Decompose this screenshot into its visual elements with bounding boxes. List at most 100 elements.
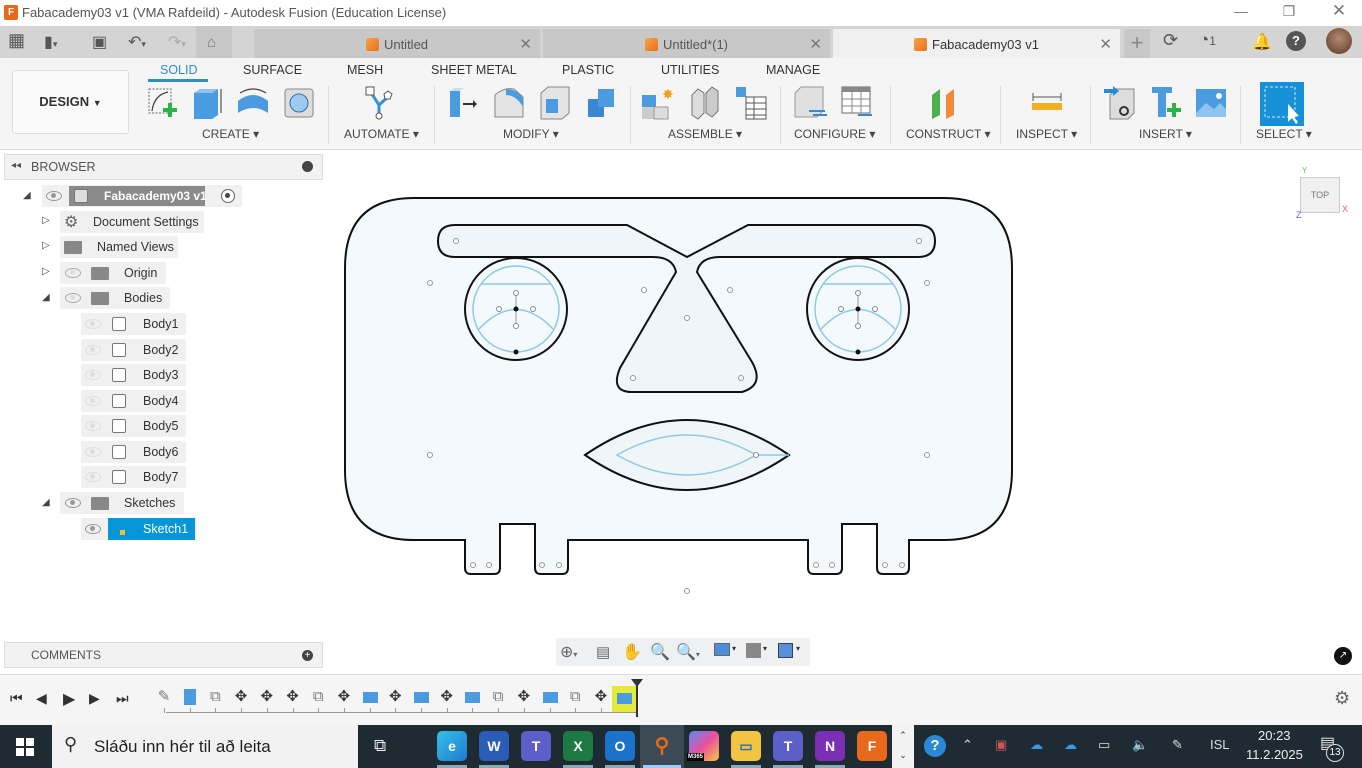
activate-radio[interactable] <box>221 189 235 203</box>
feedback-icon[interactable]: ↗ <box>1334 647 1352 665</box>
browser-panel-header[interactable]: ◂◂ BROWSER <box>4 154 323 180</box>
hidden-eye-icon[interactable] <box>65 293 81 303</box>
select-menu[interactable]: SELECT ▾ <box>1256 127 1312 141</box>
ribbon-tab-mesh[interactable]: MESH <box>347 63 383 77</box>
show-hidden-icons-chevron[interactable]: ⌃ <box>962 737 973 753</box>
tree-item-body4[interactable]: Body4 <box>0 390 330 412</box>
go-to-end-icon[interactable]: ⏭ <box>116 690 129 707</box>
ribbon-tab-solid[interactable]: SOLID <box>160 63 198 77</box>
assemble-menu[interactable]: ASSEMBLE ▾ <box>668 127 742 141</box>
file-explorer-icon[interactable]: ▭ <box>731 731 761 761</box>
tab-untitled[interactable]: Untitled ✕ <box>254 29 540 58</box>
add-comment-icon[interactable]: + <box>302 650 313 661</box>
taskbar-search-box[interactable]: ⚲ Sláðu inn hér til að leita <box>52 725 358 768</box>
timeline-move-icon[interactable]: ✥ <box>438 688 456 706</box>
visibility-eye-icon[interactable] <box>46 191 62 201</box>
timeline-plane-icon[interactable] <box>361 688 379 706</box>
visibility-eye-icon[interactable] <box>85 524 101 534</box>
timeline-current-feature[interactable] <box>612 686 638 712</box>
step-forward-icon[interactable]: ▶ <box>89 690 100 707</box>
edge-app-icon[interactable]: e <box>437 731 467 761</box>
clock-date[interactable]: 11.2.2025 <box>1246 747 1303 762</box>
timeline-move-icon[interactable]: ✥ <box>335 688 353 706</box>
timeline-body-icon[interactable]: ⧉ <box>566 688 584 706</box>
joint-icon[interactable] <box>688 85 722 121</box>
restore-button[interactable]: ❐ <box>1274 3 1304 20</box>
zoom-icon[interactable]: 🔍 <box>650 642 670 662</box>
redo-icon[interactable]: ↷▾ <box>168 32 186 52</box>
volume-icon[interactable]: 🔈 <box>1132 737 1148 753</box>
timeline-extrude-icon[interactable] <box>181 688 199 706</box>
timeline-settings-gear-icon[interactable]: ⚙ <box>1334 688 1350 709</box>
construct-menu[interactable]: CONSTRUCT ▾ <box>906 127 990 141</box>
save-icon[interactable]: ▣ <box>92 32 107 52</box>
hidden-eye-icon[interactable] <box>85 396 101 406</box>
viewports-icon[interactable] <box>778 643 793 658</box>
undo-icon[interactable]: ↶▾ <box>128 32 146 52</box>
orbit-icon[interactable]: ⊕▾ <box>560 642 577 662</box>
timeline-plane-icon[interactable] <box>541 688 559 706</box>
new-tab-button[interactable]: + <box>1124 29 1150 58</box>
extrude-icon[interactable] <box>190 85 224 121</box>
extensions-icon[interactable]: ⟳ <box>1163 30 1178 51</box>
tree-item-sketches[interactable]: ◢ Sketches <box>0 492 330 514</box>
outlook-app-icon[interactable]: O <box>605 731 635 761</box>
user-avatar[interactable] <box>1326 28 1352 54</box>
timeline-body-icon[interactable]: ⧉ <box>206 688 224 706</box>
close-tab-icon[interactable]: ✕ <box>1099 35 1112 53</box>
construct-plane-icon[interactable] <box>928 85 962 121</box>
grid-snaps-icon[interactable] <box>746 643 761 658</box>
tree-item-body7[interactable]: Body7 <box>0 466 330 488</box>
insert-derive-icon[interactable] <box>1102 85 1136 121</box>
task-view-icon[interactable]: ⧉ <box>374 736 386 756</box>
timeline-move-icon[interactable]: ✥ <box>258 688 276 706</box>
hidden-eye-icon[interactable] <box>65 268 81 278</box>
workspace-switcher[interactable]: DESIGN ▼ <box>12 70 129 134</box>
create-menu[interactable]: CREATE ▾ <box>202 127 259 141</box>
windows-start-icon[interactable] <box>16 738 34 756</box>
tree-item-body3[interactable]: Body3 <box>0 364 330 386</box>
close-tab-icon[interactable]: ✕ <box>809 35 822 53</box>
tree-item-sketch1[interactable]: Sketch1 <box>0 518 330 540</box>
tree-item-body2[interactable]: Body2 <box>0 339 330 361</box>
bill-of-materials-icon[interactable] <box>734 85 768 121</box>
visibility-eye-icon[interactable] <box>65 498 81 508</box>
collapsed-triangle-icon[interactable]: ▷ <box>42 266 50 277</box>
pan-hand-icon[interactable]: ✋ <box>622 642 642 662</box>
press-pull-icon[interactable] <box>446 85 480 121</box>
step-back-icon[interactable]: ◀ <box>36 690 47 707</box>
ribbon-tab-plastic[interactable]: PLASTIC <box>562 63 614 77</box>
m365-app-icon[interactable]: M365 <box>687 731 719 761</box>
expanded-triangle-icon[interactable]: ◢ <box>42 497 50 508</box>
onenote-app-icon[interactable]: N <box>815 731 845 761</box>
hidden-eye-icon[interactable] <box>85 370 101 380</box>
timeline-move-icon[interactable]: ✥ <box>515 688 533 706</box>
tree-item-origin[interactable]: ▷ Origin <box>0 262 330 284</box>
timeline-move-icon[interactable]: ✥ <box>386 688 404 706</box>
look-at-icon[interactable]: ▤ <box>596 643 610 661</box>
expanded-triangle-icon[interactable]: ◢ <box>42 292 50 303</box>
taskbar-scroll[interactable]: ⌃ ⌄ <box>892 725 914 768</box>
hidden-eye-icon[interactable] <box>85 472 101 482</box>
collapse-panel-icon[interactable]: ◂◂ <box>11 160 21 171</box>
right-eye[interactable] <box>806 257 910 361</box>
fusion-f-app-icon[interactable]: F <box>857 731 887 761</box>
revolve-icon[interactable] <box>236 85 270 121</box>
configuration-table-icon[interactable] <box>840 85 874 121</box>
onedrive-business-icon[interactable]: ☁ <box>1064 737 1077 753</box>
excel-app-icon[interactable]: X <box>563 731 593 761</box>
left-eye[interactable] <box>464 257 568 361</box>
timeline-sketch-icon[interactable]: ✎ <box>155 688 173 706</box>
tab-untitled-1[interactable]: Untitled*(1) ✕ <box>543 29 830 58</box>
modify-menu[interactable]: MODIFY ▾ <box>503 127 559 141</box>
shell-icon[interactable] <box>538 85 572 121</box>
select-icon[interactable] <box>1260 82 1304 126</box>
teams-work-app-icon[interactable]: T <box>773 731 803 761</box>
ribbon-tab-surface[interactable]: SURFACE <box>243 63 302 77</box>
tree-item-body5[interactable]: Body5 <box>0 415 330 437</box>
clock-time[interactable]: 20:23 <box>1258 728 1291 743</box>
configure-icon[interactable] <box>793 85 827 121</box>
timeline-marker-head[interactable] <box>631 679 643 687</box>
word-app-icon[interactable]: W <box>479 731 509 761</box>
minimize-button[interactable]: — <box>1226 3 1256 19</box>
